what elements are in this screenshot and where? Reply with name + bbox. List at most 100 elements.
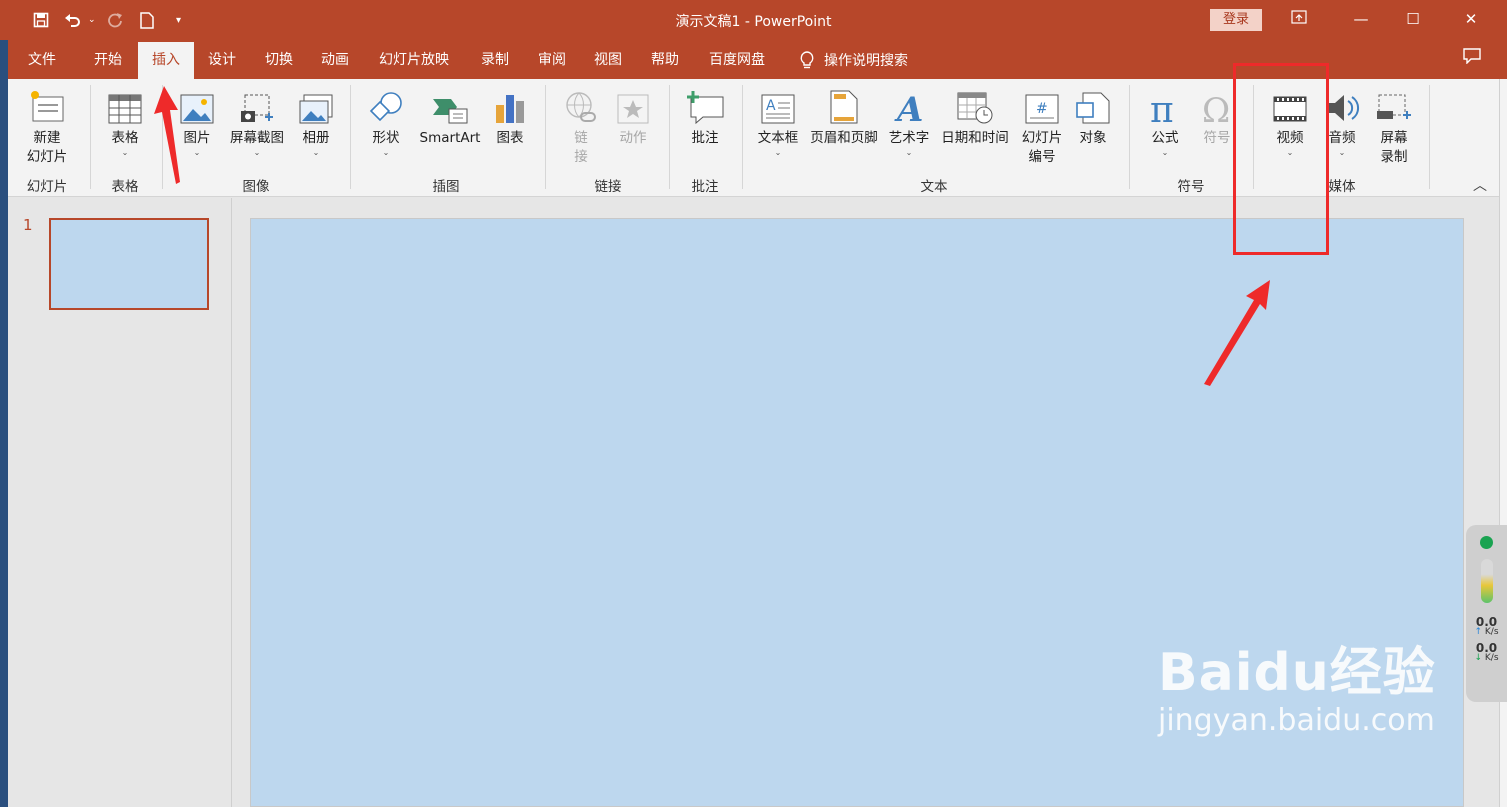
tab-file[interactable]: 文件 (14, 42, 70, 79)
svg-text:#: # (1036, 101, 1048, 117)
tab-insert[interactable]: 插入 (138, 42, 194, 79)
group-images-label: 图像 (242, 179, 270, 195)
login-button[interactable]: 登录 (1210, 9, 1262, 31)
group-comments-label: 批注 (691, 179, 719, 195)
screen-recording-icon (1370, 87, 1418, 125)
tell-me-search[interactable]: 操作说明搜索 (800, 50, 908, 70)
tab-help[interactable]: 帮助 (637, 42, 693, 79)
slide-number-label: 幻灯片 编号 (1021, 130, 1063, 165)
annotation-arrow-diagonal (1204, 280, 1270, 386)
group-text-label: 文本 (920, 179, 948, 195)
tab-view[interactable]: 视图 (580, 42, 636, 79)
object-label: 对象 (1079, 130, 1107, 146)
group-divider (545, 85, 546, 189)
slide-number-button[interactable]: # 幻灯片 编号 (1016, 87, 1068, 167)
smartart-label: SmartArt (419, 130, 481, 146)
screenshot-button[interactable]: 屏幕截图 ⌄ (224, 87, 290, 158)
slide-thumbnails-pane: 1 (8, 198, 232, 807)
table-button[interactable]: 表格 ⌄ (98, 87, 152, 158)
status-dot (1480, 536, 1493, 549)
tab-transitions[interactable]: 切换 (251, 42, 307, 79)
desktop-edge (0, 40, 8, 807)
textbox-icon: A (752, 87, 804, 125)
object-icon (1070, 87, 1116, 125)
tab-baidu-netdisk[interactable]: 百度网盘 (695, 42, 779, 79)
new-slide-icon (16, 87, 78, 125)
chevron-down-icon: ⌄ (312, 148, 320, 157)
date-time-label: 日期和时间 (941, 130, 1009, 146)
wordart-icon: A (884, 87, 934, 125)
photo-album-icon (294, 87, 338, 125)
group-divider (1129, 85, 1130, 189)
new-slide-label: 新建 幻灯片 (26, 130, 68, 165)
watermark-url: jingyan.baidu.com (1158, 703, 1435, 738)
chevron-down-icon: ⌄ (905, 148, 913, 157)
group-illustrations-label: 插图 (432, 179, 460, 195)
watermark-brand: Baidu经验 (1158, 643, 1436, 703)
download-unit: K/s (1484, 653, 1499, 663)
group-slides-label: 幻灯片 (26, 179, 68, 195)
shapes-button[interactable]: 形状 ⌄ (362, 87, 410, 158)
chevron-down-icon: ⌄ (1161, 148, 1169, 157)
link-icon (558, 87, 604, 125)
date-time-button[interactable]: 日期和时间 (936, 87, 1014, 148)
baidu-watermark: Baidu经验 jingyan.baidu.com (1158, 645, 1436, 741)
group-divider (742, 85, 743, 189)
screenshot-icon (224, 87, 290, 125)
tab-design[interactable]: 设计 (194, 42, 250, 79)
annotation-arrow-up (154, 86, 180, 184)
minimize-icon[interactable]: — (1338, 6, 1384, 34)
object-button[interactable]: 对象 (1070, 87, 1116, 148)
slide-thumbnail[interactable] (49, 218, 209, 310)
tab-record[interactable]: 录制 (467, 42, 523, 79)
link-button[interactable]: 链 接 (558, 87, 604, 167)
new-slide-button[interactable]: 新建 幻灯片 (16, 87, 78, 167)
chart-button[interactable]: 图表 (490, 87, 530, 148)
tab-animations[interactable]: 动画 (307, 42, 363, 79)
tell-me-label: 操作说明搜索 (824, 53, 908, 69)
svg-text:A: A (766, 98, 776, 114)
smartart-button[interactable]: SmartArt (412, 87, 488, 148)
chart-label: 图表 (496, 130, 524, 146)
textbox-label: 文本框 (757, 130, 799, 146)
chevron-down-icon: ⌄ (382, 148, 390, 157)
ribbon-display-options-icon[interactable] (1276, 6, 1322, 34)
wordart-label: 艺术字 (888, 130, 930, 146)
slide-number-icon: # (1016, 87, 1068, 125)
group-divider (1429, 85, 1430, 189)
action-label: 动作 (619, 130, 647, 146)
highlight-box (1233, 63, 1329, 255)
calendar-clock-icon (936, 87, 1014, 125)
title-bar: ⌄ ▾ 演示文稿1 - PowerPoint 登录 — ☐ ✕ (0, 0, 1507, 40)
textbox-button[interactable]: A 文本框 ⌄ (752, 87, 804, 158)
collapse-ribbon-icon[interactable]: ︿ (1473, 175, 1487, 195)
lightbulb-icon (800, 51, 814, 69)
equation-button[interactable]: π 公式 ⌄ (1142, 87, 1188, 158)
group-divider (350, 85, 351, 189)
header-footer-icon (806, 87, 882, 125)
star-icon (608, 87, 658, 125)
network-speed-widget: 0.0 ↑ K/s 0.0 ↓ K/s (1466, 525, 1507, 702)
group-links-label: 链接 (594, 179, 622, 195)
maximize-icon[interactable]: ☐ (1390, 6, 1436, 34)
group-divider (669, 85, 670, 189)
shapes-icon (362, 87, 410, 125)
photo-album-button[interactable]: 相册 ⌄ (294, 87, 338, 158)
equation-label: 公式 (1151, 130, 1179, 146)
screen-recording-button[interactable]: 屏幕 录制 (1370, 87, 1418, 167)
action-button[interactable]: 动作 (608, 87, 658, 148)
close-icon[interactable]: ✕ (1448, 6, 1494, 34)
screenshot-label: 屏幕截图 (230, 130, 284, 146)
wordart-button[interactable]: A 艺术字 ⌄ (884, 87, 934, 158)
header-footer-label: 页眉和页脚 (810, 130, 878, 146)
comments-pane-icon[interactable] (1463, 48, 1481, 68)
comment-button[interactable]: 批注 (680, 87, 730, 148)
tab-review[interactable]: 审阅 (524, 42, 580, 79)
tab-home[interactable]: 开始 (80, 42, 136, 79)
header-footer-button[interactable]: 页眉和页脚 (806, 87, 882, 148)
chevron-down-icon: ⌄ (253, 148, 261, 157)
tab-slideshow[interactable]: 幻灯片放映 (365, 42, 463, 79)
slide-number: 1 (23, 216, 33, 234)
group-divider (90, 85, 91, 189)
new-comment-icon (680, 87, 730, 125)
